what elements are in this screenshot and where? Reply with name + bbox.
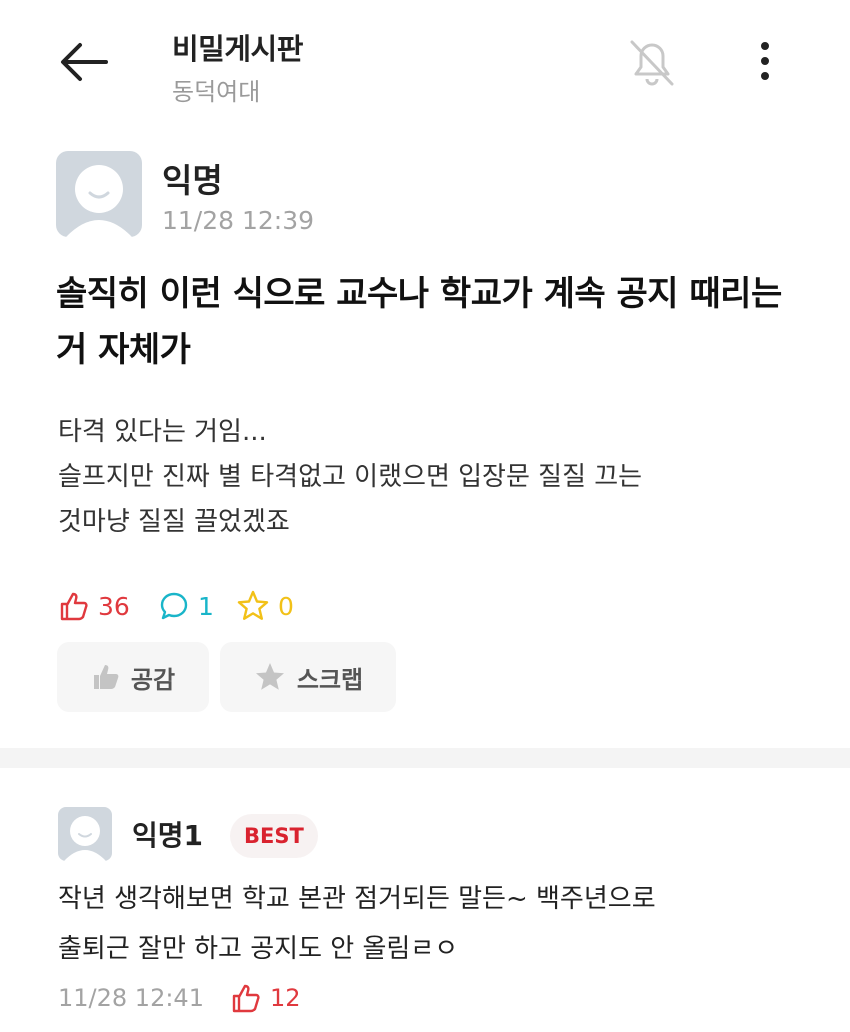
section-divider	[0, 748, 850, 768]
empathy-button-label: 공감	[130, 665, 176, 694]
more-vertical-icon	[761, 42, 769, 80]
like-count: 36	[58, 588, 130, 624]
post-timestamp: 11/28 12:39	[162, 206, 315, 235]
best-badge: BEST	[230, 814, 318, 858]
scrap-button-label: 스크랩	[296, 665, 364, 694]
scrap-count: 0	[236, 588, 294, 624]
scrap-count-value: 0	[278, 591, 294, 621]
scrap-button[interactable]: 스크랩	[220, 642, 396, 712]
default-avatar-icon	[64, 816, 106, 861]
comment-count: 1	[158, 588, 214, 624]
thumbs-up-icon	[60, 592, 88, 621]
post-body-line: 타격 있다는 거임...	[58, 417, 267, 447]
post-body: 타격 있다는 거임... 슬프지만 진짜 별 타격없고 이랬으면 입장문 질질 …	[58, 410, 818, 545]
speech-bubble-icon	[160, 592, 188, 620]
star-icon	[237, 590, 269, 620]
comment-timestamp: 11/28 12:41	[58, 984, 204, 1012]
thumbs-up-icon	[93, 665, 119, 689]
arrow-left-icon	[61, 43, 108, 81]
more-options-button[interactable]	[750, 40, 780, 84]
comment-body: 작년 생각해보면 학교 본관 점거되든 말든~ 백주년으로 출퇴근 잘만 하고 …	[58, 874, 828, 974]
empathy-button[interactable]: 공감	[57, 642, 209, 712]
board-school-name: 동덕여대	[172, 78, 261, 106]
avatar	[56, 151, 142, 237]
post-body-line: 것마냥 질질 끌었겠죠	[58, 507, 290, 537]
comment-author-name: 익명1	[132, 819, 204, 852]
comment-avatar	[58, 807, 112, 861]
comment-body-line: 작년 생각해보면 학교 본관 점거되든 말든~ 백주년으로	[58, 884, 656, 914]
comment-like-value: 12	[270, 984, 301, 1012]
post-title: 솔직히 이런 식으로 교수나 학교가 계속 공지 때리는 거 자체가	[56, 274, 782, 370]
default-avatar-icon	[66, 165, 132, 237]
comment-like-count[interactable]: 12	[230, 980, 301, 1016]
comment-count-value: 1	[198, 591, 214, 621]
notification-toggle-button[interactable]	[622, 34, 682, 90]
post-body-line: 슬프지만 진짜 별 타격없고 이랬으면 입장문 질질 끄는	[58, 462, 643, 492]
like-count-value: 36	[98, 591, 130, 621]
star-icon	[255, 663, 284, 690]
back-button[interactable]	[56, 34, 116, 90]
author-name: 익명	[162, 161, 223, 200]
thumbs-up-icon	[232, 984, 260, 1013]
comment-body-line: 출퇴근 잘만 하고 공지도 안 올림ㄹㅇ	[58, 934, 459, 964]
bell-off-icon	[630, 40, 674, 86]
board-title: 비밀게시판	[172, 32, 303, 66]
